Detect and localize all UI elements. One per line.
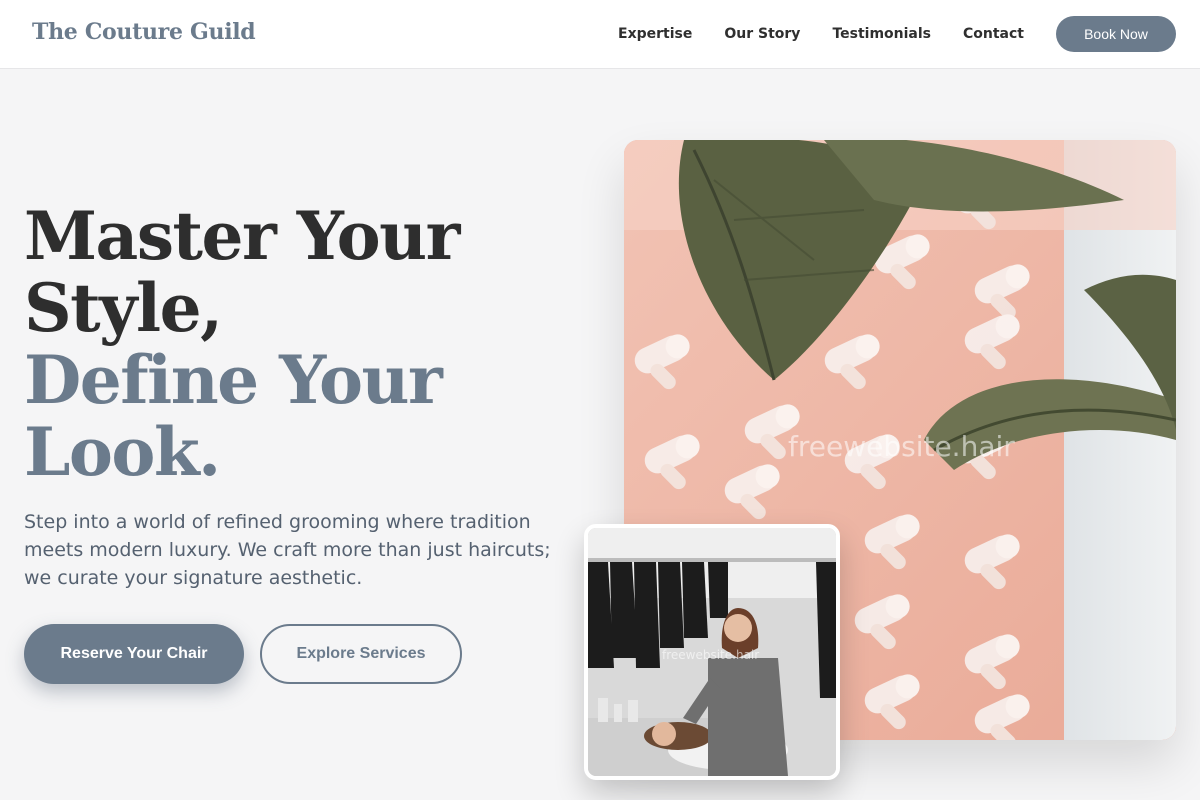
- explore-services-button[interactable]: Explore Services: [260, 624, 462, 684]
- hero-heading: Master Your Style, Define Your Look.: [24, 200, 584, 488]
- nav-link-expertise[interactable]: Expertise: [618, 16, 692, 52]
- nav-link-our-story[interactable]: Our Story: [724, 16, 800, 52]
- main-image-watermark: freewebsite.hair: [788, 430, 1015, 463]
- nav-link-contact[interactable]: Contact: [963, 16, 1024, 52]
- hero-heading-line-1: Master Your: [24, 197, 460, 275]
- nav-link-testimonials[interactable]: Testimonials: [832, 16, 931, 52]
- hero-heading-line-3: Define Your: [24, 341, 443, 419]
- hero-subtitle: Step into a world of refined grooming wh…: [24, 511, 551, 589]
- book-now-button[interactable]: Book Now: [1056, 16, 1176, 52]
- site-header: The Couture Guild Expertise Our Story Te…: [0, 0, 1200, 69]
- reserve-chair-button[interactable]: Reserve Your Chair: [24, 624, 244, 684]
- logo[interactable]: The Couture Guild: [32, 19, 256, 45]
- hero-heading-line-2: Style,: [24, 269, 223, 347]
- main-nav: Expertise Our Story Testimonials Contact…: [618, 16, 1176, 52]
- stylist-inset-image: freewebsite.hair: [584, 524, 840, 780]
- inset-image-watermark: freewebsite.hair: [662, 648, 760, 662]
- hero-heading-line-4: Look.: [24, 413, 221, 491]
